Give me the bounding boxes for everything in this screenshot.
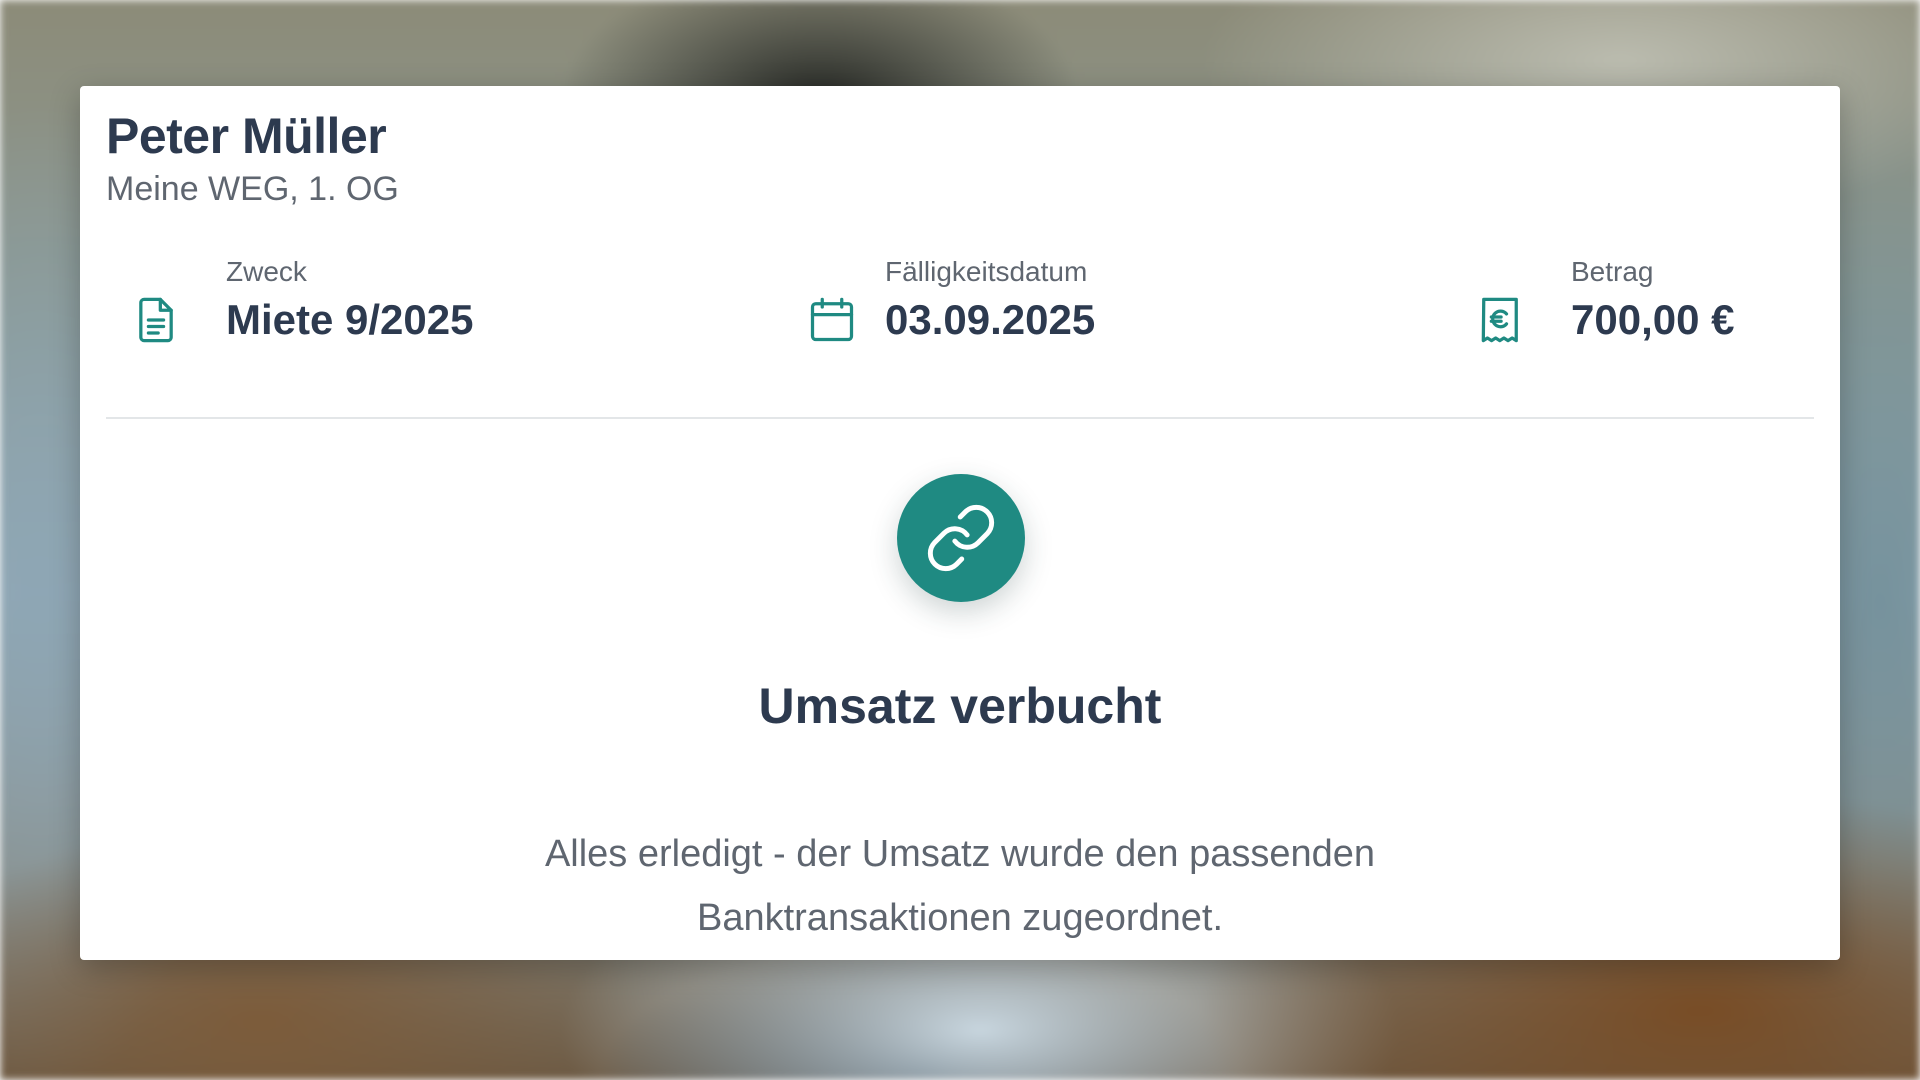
tenant-unit: Meine WEG, 1. OG	[106, 170, 399, 208]
success-badge	[897, 474, 1025, 602]
purpose-label: Zweck	[226, 256, 307, 287]
due-date-label: Fälligkeitsdatum	[885, 256, 1088, 287]
document-icon	[130, 294, 182, 346]
transaction-card: Peter Müller Meine WEG, 1. OG Zweck Miet…	[80, 86, 1840, 960]
success-title: Umsatz verbucht	[758, 678, 1162, 734]
amount-text: Betrag 700,00 €	[1571, 252, 1735, 348]
amount-value: 700,00 €	[1571, 296, 1735, 344]
purpose-text: Zweck Miete 9/2025	[226, 252, 474, 348]
amount-label: Betrag	[1571, 256, 1654, 287]
euro-receipt-icon	[1474, 294, 1526, 346]
purpose-value: Miete 9/2025	[226, 296, 474, 344]
details-row: Zweck Miete 9/2025 Fälligkeitsdatum 03.0…	[80, 252, 1840, 362]
due-date-text: Fälligkeitsdatum 03.09.2025	[885, 252, 1095, 348]
amount-detail: Betrag 700,00 €	[1440, 252, 1840, 362]
tenant-name: Peter Müller	[106, 108, 387, 164]
success-message: Alles erledigt - der Umsatz wurde den pa…	[544, 833, 1376, 939]
link-icon	[927, 504, 995, 572]
calendar-icon	[806, 294, 858, 346]
due-date-value: 03.09.2025	[885, 296, 1096, 344]
due-date-detail: Fälligkeitsdatum 03.09.2025	[760, 252, 1360, 362]
divider	[106, 417, 1814, 419]
purpose-detail: Zweck Miete 9/2025	[80, 252, 680, 362]
card-header: Peter Müller Meine WEG, 1. OG	[106, 106, 399, 211]
